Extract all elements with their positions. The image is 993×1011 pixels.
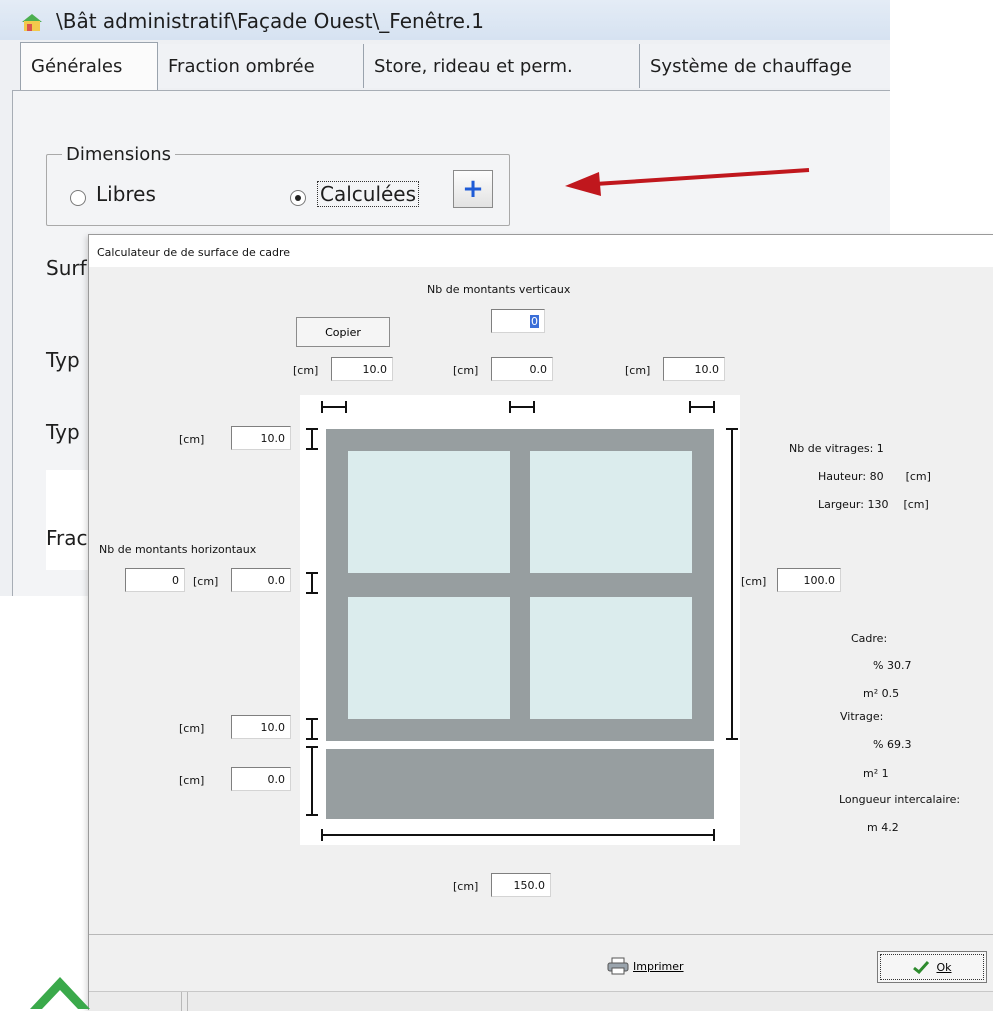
glazing-count-label: Nb de vitrages: 1 <box>789 442 884 455</box>
status-separator <box>181 992 182 1011</box>
unit-label: [cm] <box>741 575 767 588</box>
value: 69.3 <box>886 738 912 751</box>
unit-label: [cm] <box>179 433 205 446</box>
window-title: \Bât administratif\Façade Ouest\_Fenêtre… <box>56 9 485 33</box>
type-label: Typ <box>46 348 80 372</box>
horizontal-mullions-input[interactable]: 0 <box>125 568 185 592</box>
print-label: Imprimer <box>633 959 684 973</box>
surface-label: Surf <box>46 256 87 280</box>
status-separator <box>187 992 188 1011</box>
tab-fraction-ombree[interactable]: Fraction ombrée <box>158 44 364 88</box>
radio-selected-dot <box>295 195 301 201</box>
value: 0.5 <box>881 687 900 700</box>
open-calculator-button[interactable]: + <box>453 170 493 208</box>
label: Hauteur: <box>818 470 867 483</box>
label: Nb de vitrages: <box>789 442 874 455</box>
glass-pane <box>348 451 510 573</box>
frame-area: m² 0.5 <box>863 687 899 700</box>
sill-block <box>326 749 714 819</box>
right-frame-width-input[interactable]: 10.0 <box>663 357 725 381</box>
status-bar <box>89 991 993 1011</box>
mullion-width-input[interactable]: 0.0 <box>491 357 553 381</box>
total-height-input[interactable]: 100.0 <box>777 568 841 592</box>
fraction-label: Frac <box>46 526 88 550</box>
value: 30.7 <box>886 659 912 672</box>
unit-label: [cm] <box>193 575 219 588</box>
total-width-input[interactable]: 150.0 <box>491 873 551 897</box>
unit: m² <box>863 767 879 780</box>
house-logo-icon <box>30 977 90 1009</box>
glazing-percent: % 69.3 <box>873 738 911 751</box>
glazing-result-label: Vitrage: <box>840 710 884 723</box>
unit: m <box>867 821 878 834</box>
vertical-mullions-value: 0 <box>530 315 539 328</box>
horizontal-mullions-label: Nb de montants horizontaux <box>99 543 257 556</box>
copy-button[interactable]: Copier <box>296 317 390 347</box>
unit-label: [cm] <box>453 880 479 893</box>
tab-label: Fraction ombrée <box>168 55 315 77</box>
dialog-footer <box>89 935 993 991</box>
radio-libres-label: Libres <box>96 182 156 206</box>
tab-generales[interactable]: Générales <box>20 42 158 90</box>
tab-systeme-chauffage[interactable]: Système de chauffage <box>640 44 890 88</box>
unit: % <box>873 659 884 672</box>
value: 80 <box>869 470 884 483</box>
unit: % <box>873 738 884 751</box>
left-frame-width-input[interactable]: 10.0 <box>331 357 393 381</box>
radio-libres[interactable] <box>70 190 86 206</box>
radio-calculees[interactable] <box>290 190 306 206</box>
vertical-mullions-input[interactable]: 0 <box>491 309 545 333</box>
dialog-title: Calculateur de de surface de cadre <box>97 246 291 259</box>
ok-label: Ok <box>936 960 952 974</box>
radio-calculees-label: Calculées <box>316 181 420 207</box>
house-icon <box>22 14 42 31</box>
plus-icon: + <box>462 174 484 204</box>
horizontal-mullion-height-input[interactable]: 0.0 <box>231 568 291 592</box>
glazing-area: m² 1 <box>863 767 889 780</box>
value: 1 <box>881 767 889 780</box>
window-diagram <box>300 395 740 845</box>
spacer-length: m 4.2 <box>867 821 899 834</box>
print-button[interactable]: Imprimer <box>607 953 717 979</box>
unit-label: [cm] <box>293 364 319 377</box>
value: 1 <box>876 442 884 455</box>
unit: [cm] <box>905 470 931 483</box>
bottom-frame-height-input[interactable]: 10.0 <box>231 715 291 739</box>
value: 130 <box>867 498 889 511</box>
ok-button[interactable]: Ok <box>877 951 987 983</box>
unit-label: [cm] <box>625 364 651 377</box>
unit: [cm] <box>903 498 929 511</box>
dimensions-legend: Dimensions <box>62 144 176 165</box>
label: Largeur: <box>818 498 864 511</box>
arrow-annotation-icon <box>565 168 810 196</box>
top-frame-height-input[interactable]: 10.0 <box>231 426 291 450</box>
glass-pane <box>348 597 510 719</box>
unit-label: [cm] <box>179 722 205 735</box>
value: 4.2 <box>881 821 899 834</box>
printer-icon <box>607 957 629 975</box>
glass-pane <box>530 451 692 573</box>
frame-calculator-dialog: Calculateur de de surface de cadre Nb de… <box>88 234 993 1011</box>
glazing-height: Hauteur: 80 [cm] <box>818 470 931 483</box>
tab-label: Générales <box>31 56 123 77</box>
sill-height-input[interactable]: 0.0 <box>231 767 291 791</box>
frame-percent: % 30.7 <box>873 659 911 672</box>
tab-store-rideau[interactable]: Store, rideau et perm. <box>364 44 640 88</box>
spacer-length-label: Longueur intercalaire: <box>839 793 961 806</box>
tab-label: Store, rideau et perm. <box>374 55 573 77</box>
tab-label: Système de chauffage <box>650 55 852 77</box>
frame-result-label: Cadre: <box>851 632 888 645</box>
type-label-2: Typ <box>46 420 80 444</box>
glass-pane <box>530 597 692 719</box>
checkmark-icon <box>913 960 930 974</box>
vertical-mullions-label: Nb de montants verticaux <box>427 283 571 296</box>
unit-label: [cm] <box>179 774 205 787</box>
unit-label: [cm] <box>453 364 479 377</box>
unit: m² <box>863 687 879 700</box>
glazing-width: Largeur: 130 [cm] <box>818 498 929 511</box>
